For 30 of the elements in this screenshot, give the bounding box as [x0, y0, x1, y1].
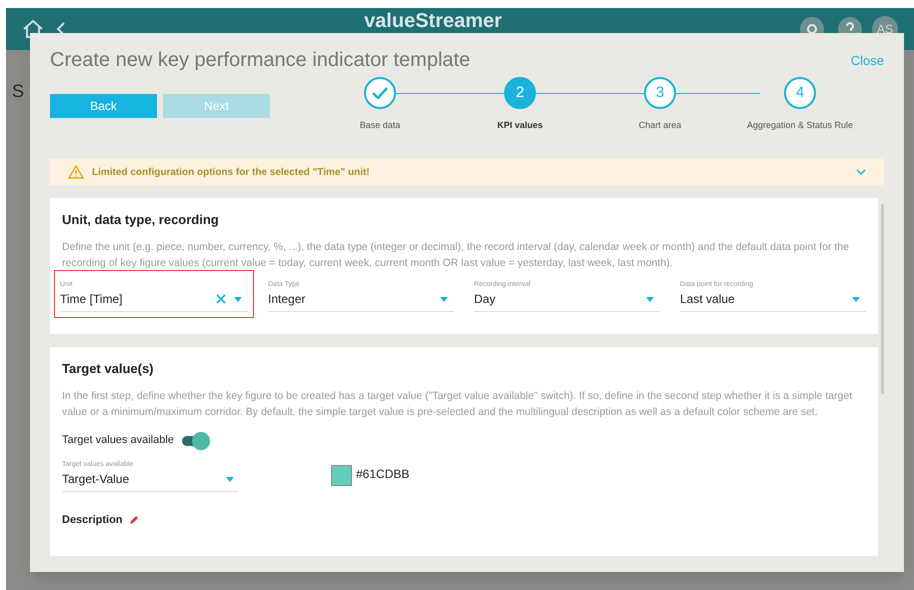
step-label: KPI values [497, 119, 543, 132]
dropdown-icon[interactable] [852, 296, 860, 302]
description-label: Description [62, 513, 123, 528]
section-title: Unit, data type, recording [62, 211, 220, 229]
close-link[interactable]: Close [850, 51, 884, 70]
scrollbar[interactable] [881, 204, 884, 394]
toggle-switch[interactable] [182, 432, 210, 450]
pencil-icon[interactable] [128, 515, 139, 526]
clear-icon[interactable] [216, 294, 226, 304]
step-label: Base data [360, 119, 400, 132]
section-description: In the first step, define whether the key figure to be created has a target value ("Target value available" switch). If so, define in the second step whether it is a simple target value or a minimum/maximum corridor. By default, the simple target value is pre-selected and the multilingual description as well as a default color scheme are set. [62, 388, 854, 420]
chevron-icon[interactable] [856, 168, 866, 176]
dropdown-icon[interactable] [234, 296, 242, 302]
warning-icon [68, 165, 84, 179]
step-label: Aggregation & Status Rule [746, 119, 854, 132]
logo: valueStreamer [364, 11, 502, 31]
checkmark-icon [372, 87, 388, 99]
dropdown-icon[interactable] [440, 296, 448, 302]
section-title: Target value(s) [62, 360, 155, 378]
step-label: Chart area [638, 119, 682, 132]
color-code: #61CDBB [356, 466, 410, 483]
dropdown-icon[interactable] [646, 296, 654, 302]
color-swatch[interactable] [331, 465, 352, 486]
warning-message: Limited configuration options for the selected "Time" unit! [92, 166, 371, 180]
dialog-title: Create new key performance indicator template [50, 48, 470, 73]
dropdown-icon[interactable] [226, 476, 234, 482]
toggle-label: Target values available [62, 433, 174, 448]
page-heading: S [12, 80, 24, 103]
section-description: Define the unit (e.g. piece, number, currency, %, ...), the data type (integer or decimal), the record interval (day, calendar week or month) and the default data point for the recording of key figure values (current value = today, current week, current month OR last value = yesterday, last week, last month). [62, 240, 850, 270]
wizard-button[interactable]: Back [50, 94, 157, 118]
